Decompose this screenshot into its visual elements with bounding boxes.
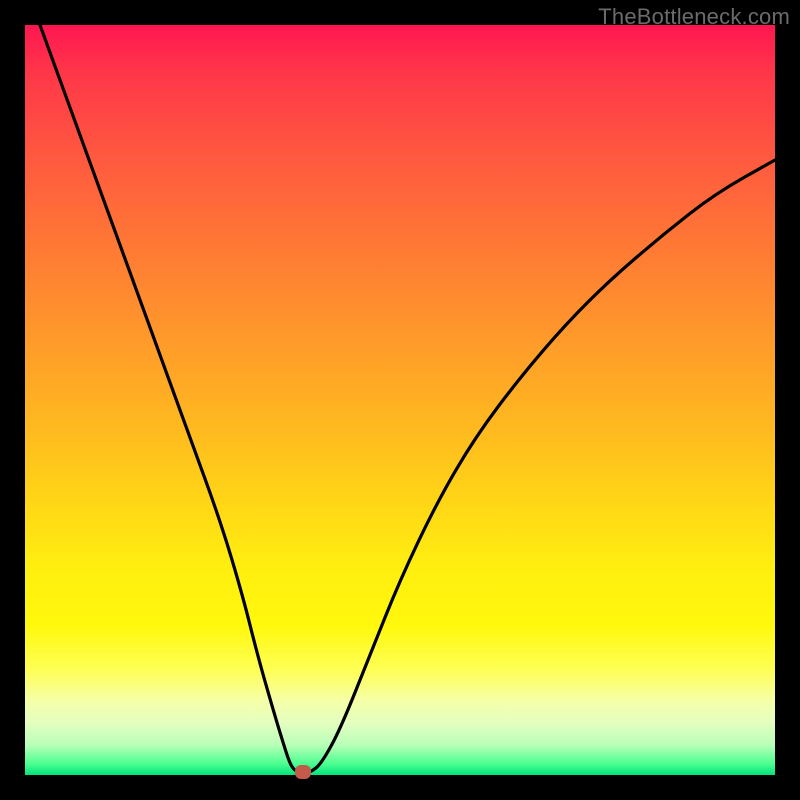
- curve-svg: [25, 25, 775, 775]
- optimum-marker: [295, 765, 311, 779]
- chart-frame: TheBottleneck.com: [0, 0, 800, 800]
- bottleneck-curve: [40, 25, 775, 773]
